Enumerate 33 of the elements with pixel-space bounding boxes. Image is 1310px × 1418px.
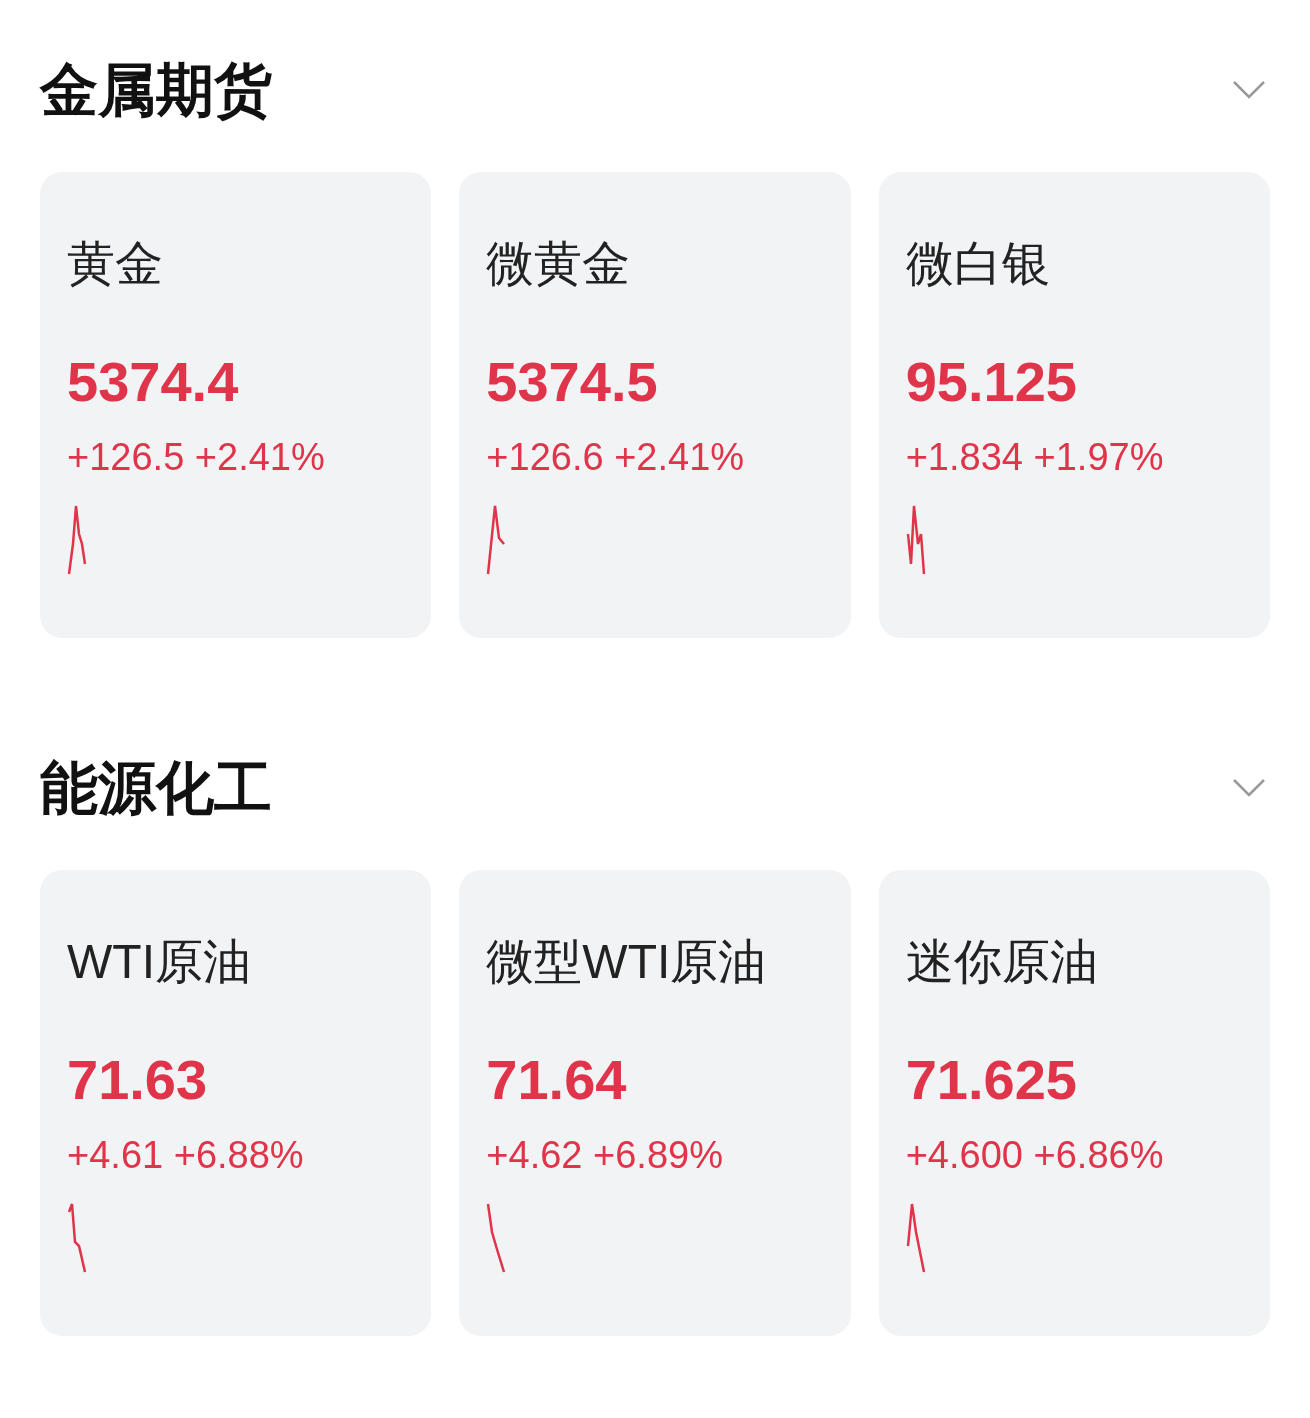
price-change: +126.6 +2.41%: [486, 438, 746, 476]
instrument-name: 微黄金: [486, 240, 632, 288]
sparkline-chart: [67, 1202, 87, 1274]
sparkline-chart: [486, 1202, 507, 1274]
chevron-down-icon[interactable]: [1232, 80, 1266, 100]
sparkline-chart: [905, 504, 926, 576]
quote-card[interactable]: 微黄金 5374.5 +126.6 +2.41%: [459, 172, 851, 638]
price: 71.625: [905, 1052, 1078, 1108]
price: 5374.4: [67, 354, 240, 410]
sparkline-chart: [67, 504, 87, 576]
price: 95.125: [905, 354, 1078, 410]
instrument-name: 黄金: [67, 240, 164, 288]
quote-card[interactable]: 微白银 95.125 +1.834 +1.97%: [878, 172, 1270, 638]
sparkline-chart: [905, 1202, 926, 1274]
price-change: +4.600 +6.86%: [905, 1136, 1165, 1174]
quote-card[interactable]: 黄金 5374.4 +126.5 +2.41%: [40, 172, 432, 638]
instrument-name: WTI原油: [67, 938, 252, 986]
price-change: +4.61 +6.88%: [67, 1136, 305, 1174]
instrument-name: 微型WTI原油: [486, 938, 768, 986]
quote-card[interactable]: WTI原油 71.63 +4.61 +6.88%: [40, 870, 432, 1336]
price-change: +4.62 +6.89%: [486, 1136, 724, 1174]
chevron-down-icon[interactable]: [1232, 778, 1266, 798]
price-change: +1.834 +1.97%: [905, 438, 1165, 476]
sparkline-chart: [486, 504, 507, 576]
price: 71.64: [486, 1052, 628, 1108]
instrument-name: 微白银: [905, 240, 1051, 288]
price-change: +126.5 +2.41%: [67, 438, 326, 476]
instrument-name: 迷你原油: [905, 938, 1099, 986]
price: 71.63: [67, 1052, 209, 1108]
quote-card[interactable]: 迷你原油 71.625 +4.600 +6.86%: [878, 870, 1270, 1336]
price: 5374.5: [486, 354, 659, 410]
section-title: 能源化工: [40, 759, 272, 817]
quote-card[interactable]: 微型WTI原油 71.64 +4.62 +6.89%: [459, 870, 851, 1336]
